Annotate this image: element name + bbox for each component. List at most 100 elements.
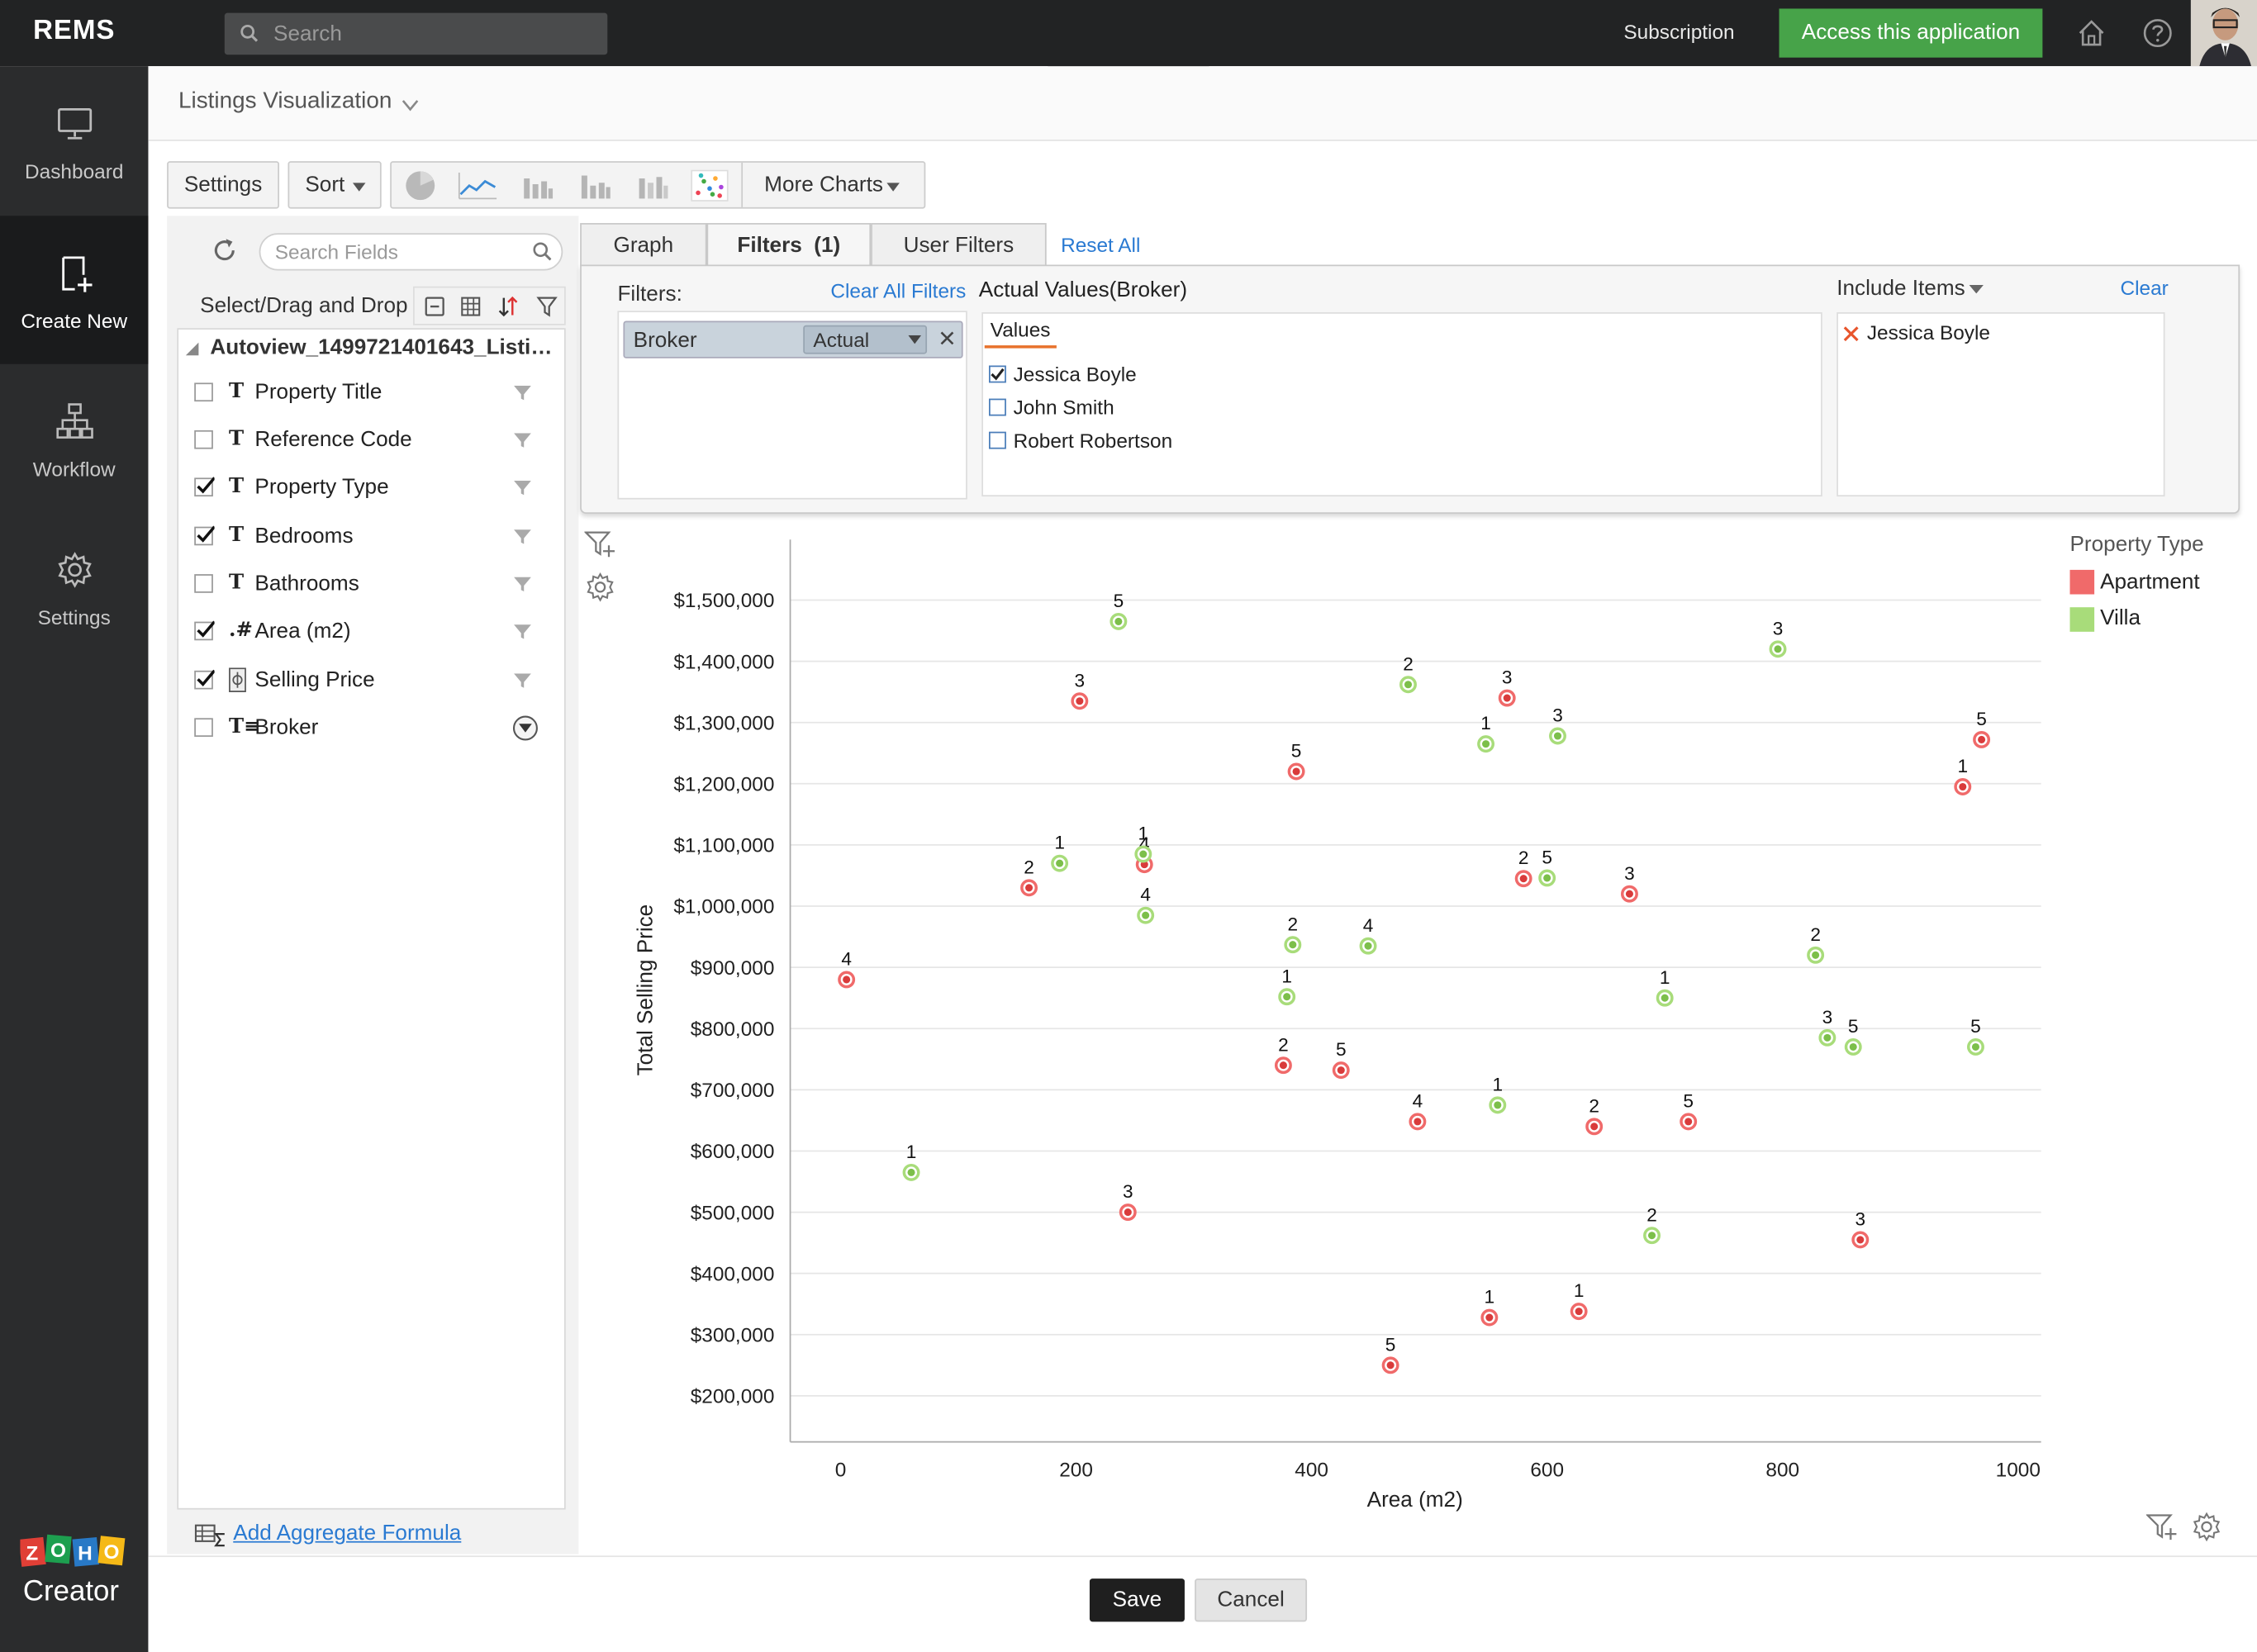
field-checkbox[interactable] [194, 382, 213, 402]
nav-settings[interactable]: Settings [0, 512, 148, 660]
field-filter-icon[interactable] [514, 577, 531, 592]
data-point-core [1519, 875, 1528, 883]
x-tick-label: 800 [1765, 1459, 1799, 1481]
data-point-core [1978, 735, 1986, 743]
data-label: 1 [1660, 967, 1670, 988]
reset-all-link[interactable]: Reset All [1061, 233, 1140, 256]
field-checkbox-checked[interactable] [194, 620, 215, 641]
sort-button[interactable]: Sort [287, 161, 382, 209]
data-point-core [1056, 859, 1064, 867]
subscription-link[interactable]: Subscription [1623, 0, 1734, 66]
zoho-creator-logo: Z O H O Creator [20, 1534, 126, 1607]
legend-label-apartment[interactable]: Apartment [2100, 570, 2200, 595]
value-checkbox[interactable] [988, 398, 1006, 416]
stacked-chart-icon[interactable] [636, 170, 671, 202]
field-label: Reference Code [254, 427, 412, 453]
tab-graph[interactable]: Graph [580, 223, 707, 267]
field-row[interactable]: .# Area (m2) [194, 616, 554, 651]
home-icon[interactable] [2075, 17, 2107, 49]
column-chart-icon[interactable] [578, 170, 613, 202]
x-tick-label: 600 [1530, 1459, 1564, 1481]
nav-label: Create New [21, 309, 128, 333]
check-icon [197, 477, 215, 494]
field-row[interactable]: T Reference Code [194, 425, 554, 459]
value-checkbox-checked[interactable] [988, 365, 1006, 383]
help-icon[interactable] [2142, 17, 2174, 49]
field-filter-icon[interactable] [514, 433, 531, 448]
include-items-dropdown[interactable]: Include Items [1836, 276, 1965, 301]
sort-label: Sort [305, 173, 345, 197]
tree-expand-icon[interactable] [185, 342, 199, 356]
field-filter-icon[interactable] [514, 673, 531, 688]
field-row[interactable]: T≡ Broker [194, 712, 554, 747]
field-filter-icon[interactable] [512, 715, 538, 741]
caret-down-icon [352, 183, 366, 192]
field-row[interactable]: Selling Price [194, 665, 554, 700]
collapse-icon[interactable] [423, 295, 446, 318]
data-label: 3 [1773, 618, 1784, 638]
legend-label-villa[interactable]: Villa [2100, 605, 2141, 630]
field-row[interactable]: T Bedrooms [194, 521, 554, 556]
search-fields-input[interactable]: Search Fields [259, 233, 563, 271]
user-avatar[interactable] [2190, 0, 2257, 67]
field-type-icon: .# [229, 619, 253, 643]
search-icon [533, 242, 552, 261]
gear-icon[interactable] [2191, 1511, 2222, 1542]
save-button[interactable]: Save [1089, 1578, 1185, 1622]
field-checkbox-checked[interactable] [194, 477, 215, 497]
chevron-down-icon[interactable] [402, 97, 419, 112]
clear-all-filters-link[interactable]: Clear All Filters [830, 279, 966, 302]
data-point-core [1553, 732, 1562, 740]
close-icon[interactable] [938, 330, 956, 347]
field-row[interactable]: T Property Type [194, 472, 554, 506]
nav-dashboard[interactable]: Dashboard [0, 66, 148, 214]
field-filter-icon[interactable] [514, 385, 531, 401]
values-tab[interactable]: Values [984, 314, 1057, 349]
cancel-button[interactable]: Cancel [1195, 1578, 1308, 1622]
filter-icon[interactable] [535, 295, 558, 318]
field-row[interactable]: T Property Title [194, 377, 554, 411]
tab-user-filters[interactable]: User Filters [871, 223, 1047, 267]
data-label: 2 [1646, 1204, 1657, 1225]
field-checkbox-checked[interactable] [194, 525, 215, 546]
filter-plus-icon[interactable] [2145, 1512, 2178, 1541]
nav-workflow[interactable]: Workflow [0, 364, 148, 512]
line-chart-icon[interactable] [458, 170, 498, 202]
nav-create-new[interactable]: Create New [0, 216, 149, 364]
field-filter-icon[interactable] [514, 624, 531, 639]
check-icon [197, 669, 215, 686]
field-filter-icon[interactable] [514, 480, 531, 496]
global-search-input[interactable]: Search [224, 12, 608, 55]
data-point-core [1386, 1361, 1395, 1370]
filter-value-label: John Smith [1013, 396, 1114, 419]
data-point-core [1292, 767, 1300, 776]
tab-filters[interactable]: Filters (1) [706, 223, 872, 268]
form-root-node[interactable]: Autoview_1499721401643_Listings [210, 335, 559, 360]
view-title[interactable]: Listings Visualization [178, 89, 392, 115]
include-clear-link[interactable]: Clear [2120, 276, 2168, 299]
remove-item-icon[interactable] [1842, 325, 1860, 343]
field-label: Bedrooms [254, 524, 354, 548]
field-checkbox[interactable] [194, 718, 213, 737]
field-row[interactable]: T Bathrooms [194, 568, 554, 603]
sort-order-icon[interactable] [497, 295, 520, 318]
data-label: 2 [1288, 914, 1299, 934]
x-axis-title: Area (m2) [1367, 1487, 1463, 1512]
value-checkbox[interactable] [988, 431, 1006, 449]
field-filter-icon[interactable] [514, 529, 531, 544]
data-label: 3 [1624, 863, 1635, 884]
refresh-icon[interactable] [210, 236, 239, 265]
pie-chart-icon[interactable] [403, 170, 438, 202]
access-application-button[interactable]: Access this application [1779, 8, 2043, 58]
field-type-icon: T [229, 427, 245, 451]
scatter-chart-icon[interactable] [691, 169, 729, 202]
bar-chart-icon[interactable] [521, 170, 556, 202]
field-checkbox[interactable] [194, 574, 213, 593]
field-checkbox-checked[interactable] [194, 669, 215, 690]
field-checkbox[interactable] [194, 430, 213, 449]
add-aggregate-formula-link[interactable]: Add Aggregate Formula [233, 1521, 461, 1545]
app-name[interactable]: REMS [0, 0, 148, 66]
settings-button[interactable]: Settings [167, 161, 280, 209]
more-charts-button[interactable]: More Charts [764, 163, 883, 207]
grid-icon[interactable] [459, 295, 482, 318]
